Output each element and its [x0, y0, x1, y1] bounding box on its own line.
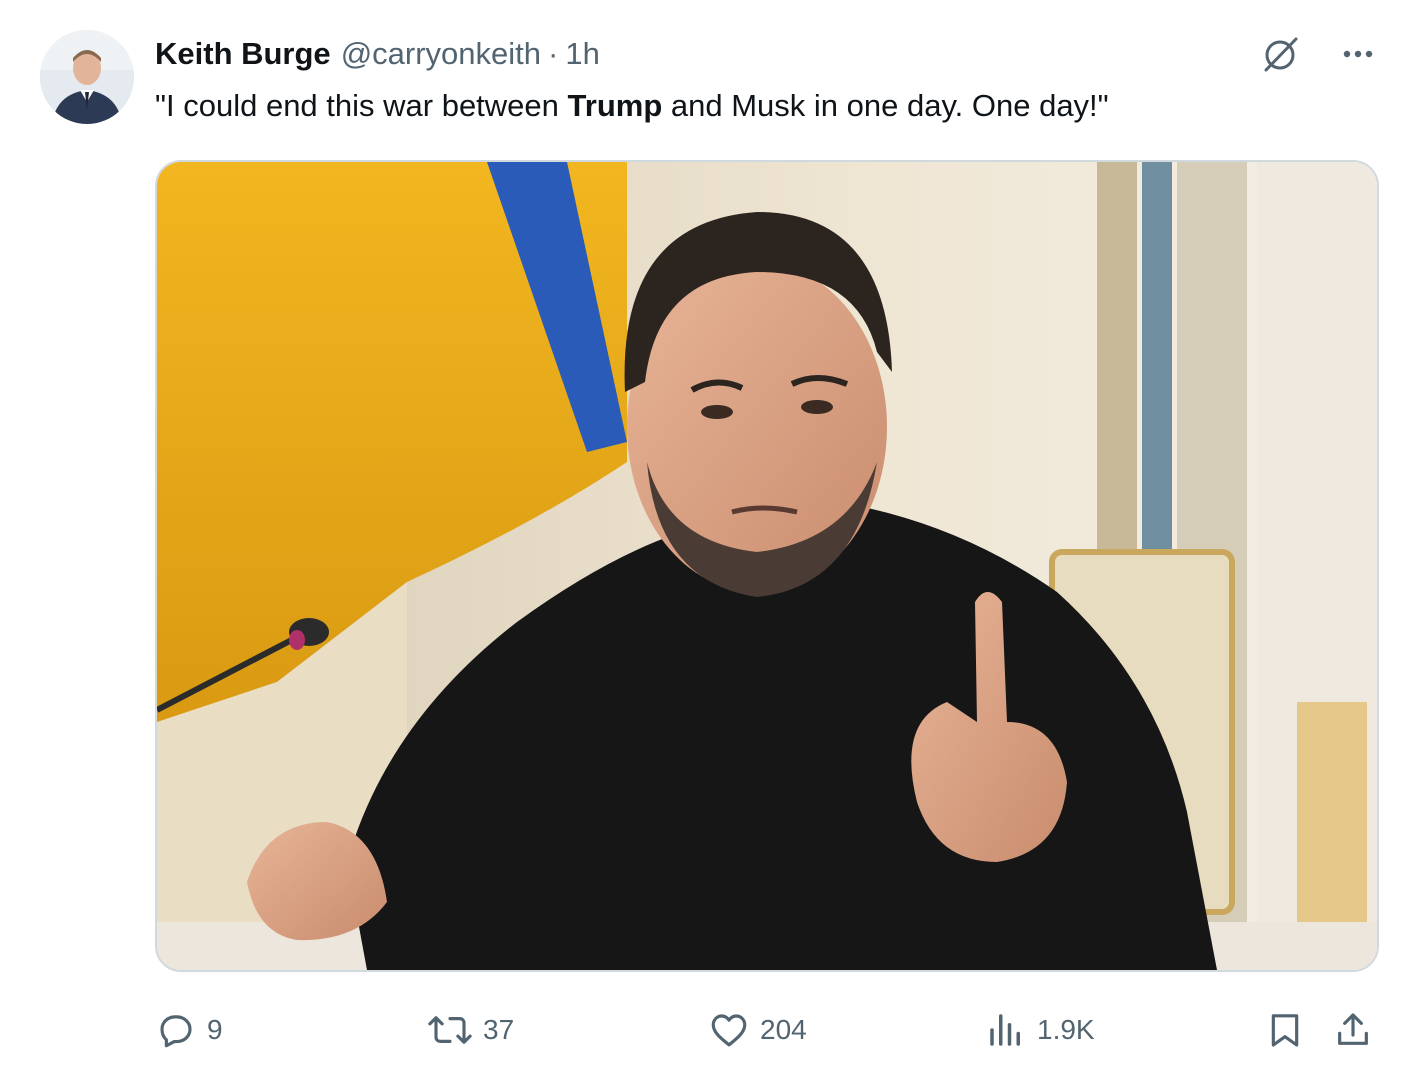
- reply-count: 9: [207, 1014, 223, 1045]
- share-button[interactable]: [1333, 1005, 1373, 1055]
- bookmark-icon: [1271, 1014, 1299, 1047]
- retweet-button[interactable]: 37: [427, 1005, 514, 1055]
- like-icon: [711, 1014, 747, 1047]
- photo-illustration: [157, 162, 1377, 970]
- like-button[interactable]: 204: [708, 1005, 807, 1055]
- tweet-text: "I could end this war between Trump and …: [155, 84, 1109, 128]
- display-name[interactable]: Keith Burge: [155, 36, 331, 72]
- tweet-action-bar: 9 37 204 1.9K: [155, 1005, 1379, 1055]
- tweet-text-start: "I could end this war between: [155, 88, 568, 123]
- separator-dot: ·: [548, 36, 559, 71]
- share-icon: [1338, 1013, 1368, 1045]
- avatar-image: [40, 30, 134, 124]
- tweet-media-photo[interactable]: [155, 160, 1379, 972]
- timestamp[interactable]: 1h: [565, 36, 599, 72]
- more-icon[interactable]: [1338, 34, 1378, 74]
- avatar[interactable]: [40, 30, 134, 124]
- reply-button[interactable]: 9: [155, 1005, 223, 1055]
- tweet-text-bold: Trump: [567, 88, 663, 123]
- views-button[interactable]: 1.9K: [985, 1005, 1095, 1055]
- reply-icon: [160, 1015, 192, 1048]
- views-icon: [990, 1014, 1020, 1046]
- grok-icon[interactable]: [1260, 34, 1300, 74]
- tweet-text-end: and Musk in one day. One day!": [662, 88, 1109, 123]
- retweet-count: 37: [483, 1014, 515, 1045]
- tweet-header: Keith Burge @carryonkeith · 1h: [155, 34, 600, 74]
- tweet: Keith Burge @carryonkeith · 1h "I could …: [0, 0, 1416, 1080]
- tweet-top-actions: [1260, 34, 1378, 74]
- like-count: 204: [760, 1014, 807, 1045]
- user-handle[interactable]: @carryonkeith: [341, 36, 541, 72]
- view-count: 1.9K: [1037, 1014, 1095, 1045]
- bookmark-button[interactable]: [1265, 1005, 1305, 1055]
- retweet-icon: [428, 1016, 472, 1044]
